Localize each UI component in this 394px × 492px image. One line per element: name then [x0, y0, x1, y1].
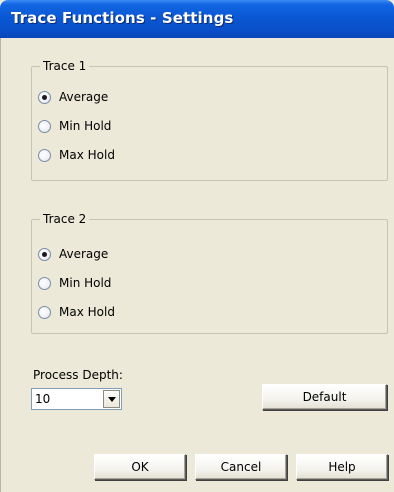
radio-unchecked-icon[interactable]	[38, 148, 51, 162]
trace1-min-hold-label: Min Hold	[59, 119, 112, 133]
radio-unchecked-icon[interactable]	[38, 119, 51, 133]
radio-checked-icon[interactable]	[38, 247, 51, 261]
window-title: Trace Functions - Settings	[11, 9, 234, 27]
ok-button-label: OK	[131, 460, 149, 474]
radio-checked-icon[interactable]	[38, 90, 51, 104]
combo-dropdown-button[interactable]	[103, 390, 120, 408]
cancel-button-label: Cancel	[220, 460, 262, 474]
ok-button[interactable]: OK	[94, 454, 186, 480]
trace2-group-title: Trace 2	[40, 212, 90, 226]
trace2-radio-max-hold[interactable]: Max Hold	[38, 304, 115, 320]
title-bar[interactable]: Trace Functions - Settings	[0, 0, 394, 38]
cancel-button[interactable]: Cancel	[195, 454, 287, 480]
process-depth-label: Process Depth:	[33, 368, 123, 382]
trace2-radio-average[interactable]: Average	[38, 246, 108, 262]
process-depth-value: 10	[35, 392, 51, 406]
trace2-group: Trace 2 Average Min Hold Max Hold	[31, 212, 388, 334]
trace1-radio-min-hold[interactable]: Min Hold	[38, 118, 111, 134]
trace1-max-hold-label: Max Hold	[59, 148, 115, 162]
process-depth-combo[interactable]: 10	[31, 388, 122, 410]
trace1-group-title: Trace 1	[40, 59, 90, 73]
trace2-max-hold-label: Max Hold	[59, 305, 115, 319]
help-button[interactable]: Help	[296, 454, 388, 480]
default-button[interactable]: Default	[262, 384, 387, 410]
trace2-radio-min-hold[interactable]: Min Hold	[38, 275, 111, 291]
chevron-down-icon	[107, 396, 116, 402]
trace1-radio-max-hold[interactable]: Max Hold	[38, 147, 115, 163]
trace1-radio-average[interactable]: Average	[38, 89, 108, 105]
radio-unchecked-icon[interactable]	[38, 305, 51, 319]
default-button-label: Default	[302, 390, 347, 404]
help-button-label: Help	[328, 460, 356, 474]
trace2-min-hold-label: Min Hold	[59, 276, 112, 290]
trace1-group: Trace 1 Average Min Hold Max Hold	[31, 59, 388, 181]
dialog-client-area: Trace 1 Average Min Hold Max Hold Trace …	[0, 38, 394, 492]
trace2-average-label: Average	[59, 247, 109, 261]
trace1-average-label: Average	[59, 90, 109, 104]
radio-unchecked-icon[interactable]	[38, 276, 51, 290]
trace-functions-settings-dialog: Trace Functions - Settings Trace 1 Avera…	[0, 0, 394, 492]
